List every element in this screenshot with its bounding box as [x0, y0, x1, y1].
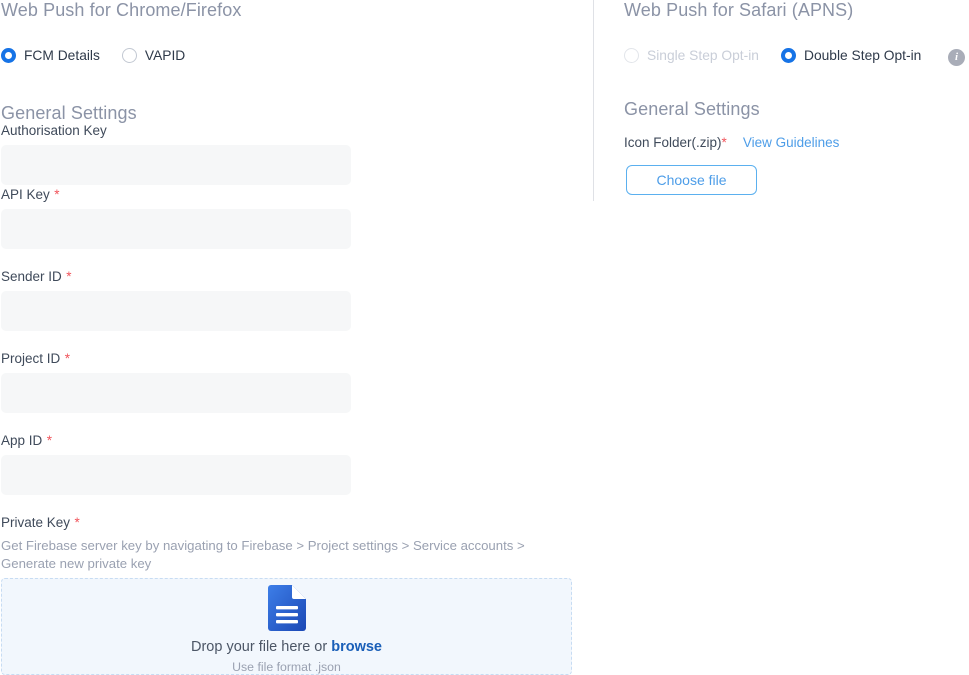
- left-general-settings-heading: General Settings: [1, 103, 137, 123]
- radio-indicator-selected-icon[interactable]: [780, 48, 796, 63]
- radio-label-double-step-optin: Double Step Opt-in: [803, 48, 922, 63]
- label-app-id-wrap: App ID *: [1, 432, 52, 450]
- radio-label-single-step-optin: Single Step Opt-in: [647, 48, 759, 63]
- label-api-key: API Key: [1, 187, 50, 202]
- label-private-key: Private Key: [1, 515, 71, 530]
- dropzone-main-text: Drop your file here or browse: [191, 639, 382, 655]
- input-project-id[interactable]: [1, 373, 351, 413]
- label-sender-id-wrap: Sender ID *: [1, 268, 72, 286]
- required-asterisk: *: [54, 187, 60, 202]
- icon-folder-row: Icon Folder(.zip) * View Guidelines: [624, 135, 839, 150]
- view-guidelines-link[interactable]: View Guidelines: [743, 135, 840, 150]
- web-push-chrome-firefox-panel: Web Push for Chrome/Firefox FCM Details …: [0, 0, 593, 675]
- radio-option-fcm-details[interactable]: FCM Details: [1, 48, 100, 63]
- radio-option-single-step-optin[interactable]: Single Step Opt-in: [624, 48, 759, 63]
- radio-indicator-unselected-icon[interactable]: [121, 48, 137, 63]
- file-dropzone[interactable]: Drop your file here or browse Use file f…: [1, 578, 572, 675]
- required-asterisk: *: [46, 433, 52, 448]
- label-project-id-wrap: Project ID *: [1, 350, 70, 368]
- radio-label-fcm-details: FCM Details: [24, 48, 100, 63]
- optin-type-radio-group: Single Step Opt-in Double Step Opt-in: [624, 48, 921, 63]
- radio-label-vapid: VAPID: [144, 48, 186, 63]
- label-api-key-wrap: API Key *: [1, 186, 60, 204]
- input-api-key[interactable]: [1, 209, 351, 249]
- label-icon-folder: Icon Folder(.zip): [624, 135, 722, 150]
- dropzone-format-hint: Use file format .json: [232, 660, 341, 674]
- label-sender-id: Sender ID: [1, 269, 62, 284]
- radio-indicator-selected-icon[interactable]: [1, 48, 16, 63]
- required-asterisk: *: [66, 269, 72, 284]
- required-asterisk: *: [74, 515, 80, 530]
- dropzone-browse-link[interactable]: browse: [331, 639, 382, 655]
- right-general-settings-heading: General Settings: [624, 99, 760, 119]
- right-panel-title: Web Push for Safari (APNS): [624, 0, 854, 20]
- left-panel-title: Web Push for Chrome/Firefox: [1, 0, 242, 20]
- radio-option-vapid[interactable]: VAPID: [121, 48, 186, 63]
- dropzone-prompt: Drop your file here or: [191, 639, 332, 655]
- input-sender-id[interactable]: [1, 291, 351, 331]
- choose-file-button[interactable]: Choose file: [626, 165, 757, 195]
- radio-indicator-disabled-icon: [624, 48, 639, 63]
- settings-page: Web Push for Chrome/Firefox FCM Details …: [0, 0, 969, 675]
- push-type-radio-group: FCM Details VAPID: [1, 48, 185, 63]
- private-key-helper-text: Get Firebase server key by navigating to…: [1, 538, 525, 571]
- radio-option-double-step-optin[interactable]: Double Step Opt-in: [780, 48, 922, 63]
- info-icon[interactable]: i: [948, 49, 965, 66]
- required-asterisk: *: [64, 351, 70, 366]
- label-authorisation-key: Authorisation Key: [1, 123, 107, 138]
- document-icon: [267, 585, 306, 631]
- required-asterisk: *: [721, 135, 727, 150]
- input-authorisation-key[interactable]: [1, 145, 351, 185]
- label-private-key-wrap: Private Key *: [1, 514, 80, 532]
- info-icon-glyph: i: [954, 51, 959, 63]
- label-app-id: App ID: [1, 433, 43, 448]
- label-project-id: Project ID: [1, 351, 61, 366]
- input-app-id[interactable]: [1, 455, 351, 495]
